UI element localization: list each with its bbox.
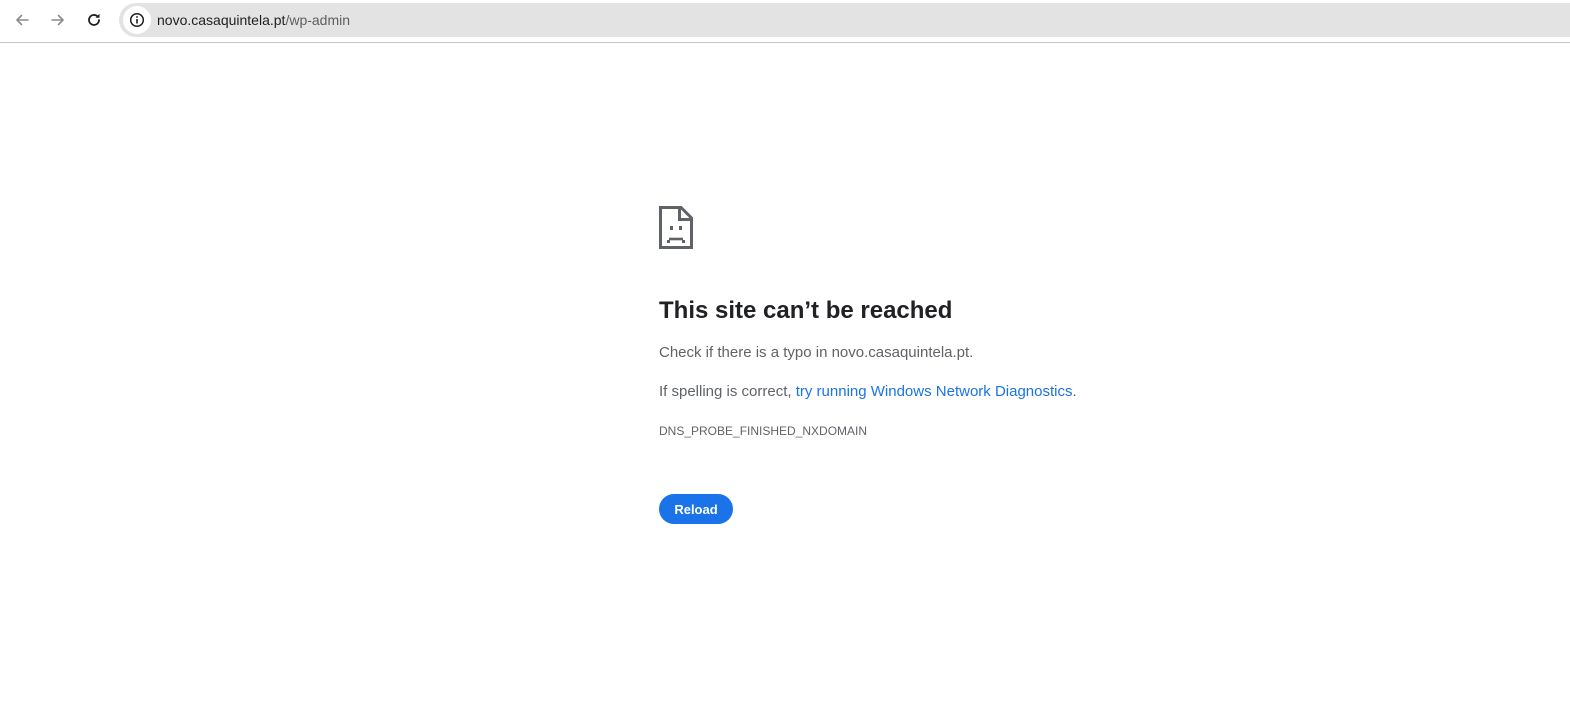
network-diagnostics-link[interactable]: try running Windows Network Diagnostics xyxy=(796,383,1073,400)
page-title: This site can’t be reached xyxy=(659,297,953,324)
back-button[interactable] xyxy=(7,5,37,35)
spelling-prefix: If spelling is correct, xyxy=(659,383,796,400)
spelling-suffix: . xyxy=(1072,383,1077,400)
error-code: DNS_PROBE_FINISHED_NXDOMAIN xyxy=(659,424,868,438)
reload-icon xyxy=(88,13,100,26)
typo-hint: Check if there is a typo in novo.casaqui… xyxy=(659,344,974,361)
sad-page-icon xyxy=(659,206,693,249)
url-host: novo.casaquintela.pt xyxy=(157,12,286,28)
reload-button[interactable]: Reload xyxy=(659,494,733,524)
browser-toolbar: novo.casaquintela.pt/wp-admin xyxy=(0,0,1570,43)
forward-button[interactable] xyxy=(43,5,73,35)
address-bar[interactable]: novo.casaquintela.pt/wp-admin xyxy=(119,3,1570,37)
arrow-back-icon xyxy=(16,14,29,26)
url-path: /wp-admin xyxy=(285,12,351,28)
arrow-forward-icon xyxy=(51,14,64,26)
url-text[interactable]: novo.casaquintela.pt/wp-admin xyxy=(157,12,350,28)
info-icon xyxy=(129,12,145,28)
spelling-hint: If spelling is correct, try running Wind… xyxy=(659,382,1077,402)
site-info-button[interactable] xyxy=(123,6,151,34)
reload-page-button[interactable] xyxy=(79,5,109,35)
